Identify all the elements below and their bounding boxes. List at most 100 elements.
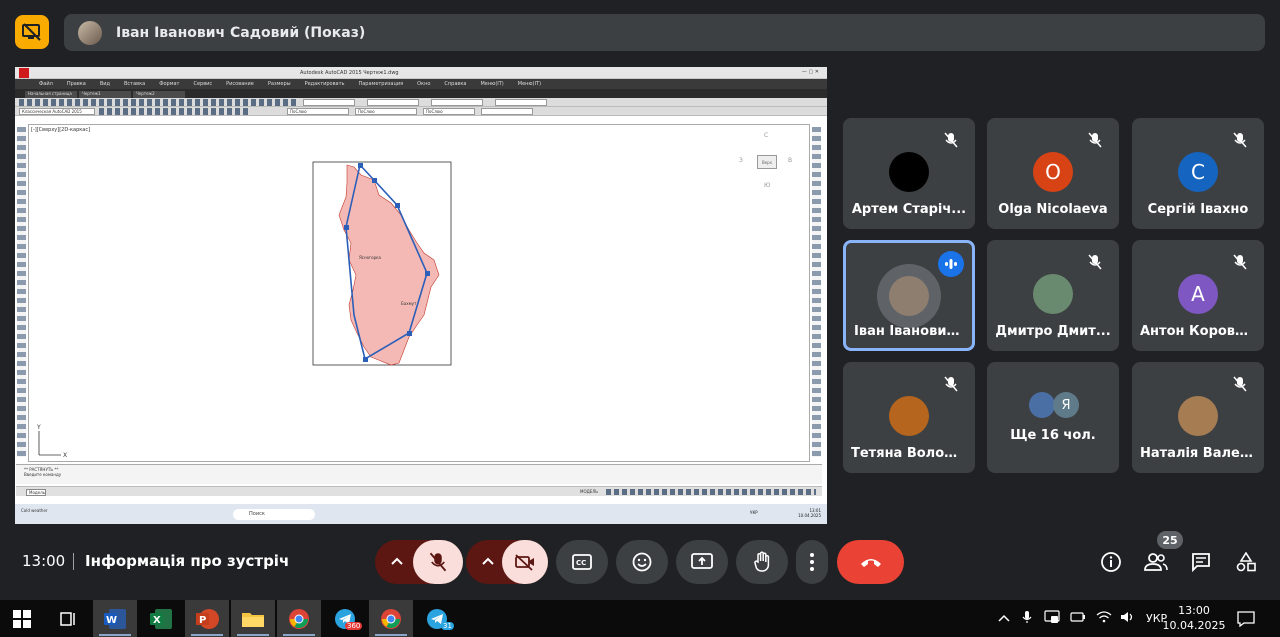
reactions-button[interactable] <box>616 540 668 584</box>
participant-tile[interactable]: С Сергій Івахно <box>1132 118 1264 229</box>
file-tab[interactable]: Начальная страница <box>25 91 77 98</box>
viewport-label[interactable]: [-][Сверху][2D-каркас] <box>31 127 90 133</box>
raise-hand-button[interactable] <box>736 540 788 584</box>
menu-item[interactable]: Параметризация <box>358 81 403 87</box>
linetype-select[interactable]: ПоСлою <box>355 108 417 115</box>
file-tab[interactable]: Чертеж1 <box>79 91 131 98</box>
chevron-up-icon[interactable] <box>998 612 1010 625</box>
notification-badge: 360 <box>345 622 363 630</box>
menu-item[interactable]: Правка <box>67 81 86 87</box>
mic-off-icon <box>941 374 961 394</box>
taskbar-word[interactable]: W <box>93 600 137 637</box>
captions-button[interactable]: CC <box>556 540 608 584</box>
toolbar-field[interactable] <box>367 99 419 106</box>
menu-item[interactable]: Размеры <box>268 81 291 87</box>
participant-tile[interactable]: Тетяна Волод... <box>843 362 975 473</box>
battery-icon[interactable] <box>1070 612 1086 625</box>
presenting-icon[interactable] <box>15 15 49 49</box>
meeting-info-title[interactable]: Інформація про зустріч <box>85 552 289 570</box>
hand-icon <box>754 551 770 572</box>
camera-toggle-button[interactable] <box>502 540 548 584</box>
toolbar-field[interactable] <box>303 99 355 106</box>
weather-widget[interactable]: Cold weather <box>21 508 48 513</box>
menu-item[interactable]: Сервис <box>193 81 212 87</box>
call-end-icon <box>860 559 881 567</box>
menu-item[interactable]: Файл <box>39 81 53 87</box>
present-now-button[interactable] <box>676 540 728 584</box>
participant-avatar: С <box>1178 152 1218 192</box>
task-view-button[interactable] <box>46 600 90 637</box>
drawing-canvas[interactable]: Ясногорка Бахмут X Y С З В Ю <box>28 124 810 462</box>
taskbar-telegram-31[interactable]: 31 <box>415 600 459 637</box>
people-button[interactable] <box>1144 550 1168 574</box>
modify-toolbar[interactable] <box>812 127 821 457</box>
menu-item[interactable]: Вставка <box>124 81 145 87</box>
menu-item[interactable]: Меню(IT) <box>518 81 541 87</box>
mic-off-icon <box>1085 252 1105 272</box>
grip <box>358 163 363 168</box>
toolbar-field[interactable] <box>431 99 483 106</box>
more-options-button[interactable] <box>796 540 828 584</box>
taskbar-time: 13:00 <box>1178 604 1210 617</box>
meeting-details-button[interactable] <box>1099 550 1123 574</box>
meet-sharing-icon[interactable] <box>1044 610 1060 627</box>
acad-toolbar-1 <box>15 98 827 107</box>
wifi-icon[interactable] <box>1096 611 1112 626</box>
taskbar-clock[interactable]: 13:00 10.04.2025 <box>1162 603 1226 633</box>
menu-item[interactable]: Рисование <box>226 81 254 87</box>
remote-win-taskbar: Cold weather Поиск УКР 13:01 10.04.2025 <box>15 504 827 524</box>
workspace-select[interactable]: Классическая AutoCAD 2015 <box>19 108 95 115</box>
menu-item[interactable]: Формат <box>159 81 179 87</box>
participant-tile[interactable]: Артем Старіч... <box>843 118 975 229</box>
camera-off-icon <box>515 554 534 571</box>
participant-tile[interactable]: Дмитро Дмит... <box>987 240 1119 351</box>
acad-toolbar-2: Классическая AutoCAD 2015 ПоСлою ПоСлою … <box>15 107 827 116</box>
toolbar-field[interactable] <box>495 99 547 106</box>
remote-search-box[interactable]: Поиск <box>233 509 315 520</box>
taskbar-chrome-2[interactable] <box>369 600 413 637</box>
draw-toolbar[interactable] <box>17 127 26 457</box>
activities-button[interactable] <box>1234 550 1258 574</box>
participant-tile-overflow[interactable]: Я Ще 16 чол. <box>987 362 1119 473</box>
file-tab[interactable]: Чертеж2 <box>133 91 185 98</box>
menu-item[interactable]: Справка <box>444 81 466 87</box>
status-model[interactable]: МОДЕЛЬ <box>580 489 598 494</box>
acad-statusbar: Модель МОДЕЛЬ <box>16 486 822 496</box>
participant-tile[interactable]: Наталія Вален... <box>1132 362 1264 473</box>
notifications-button[interactable] <box>1226 600 1266 637</box>
toolbar-icons[interactable] <box>19 99 299 106</box>
taskbar-telegram-360[interactable]: 360 <box>323 600 367 637</box>
viewcube[interactable]: Верх <box>757 155 777 169</box>
chevron-up-icon[interactable] <box>389 553 405 573</box>
model-layout-tab[interactable]: Модель <box>26 489 46 496</box>
participant-tile[interactable]: А Антон Коровч... <box>1132 240 1264 351</box>
chevron-up-icon[interactable] <box>480 553 496 573</box>
volume-icon[interactable] <box>1120 611 1136 626</box>
cmd-input[interactable]: Введите команду <box>24 472 814 477</box>
plotstyle-select[interactable] <box>481 108 533 115</box>
chat-button[interactable] <box>1189 550 1213 574</box>
leave-call-button[interactable] <box>837 540 904 584</box>
taskbar-explorer[interactable] <box>231 600 275 637</box>
menu-item[interactable]: Вид <box>100 81 110 87</box>
taskbar-excel[interactable]: X <box>139 600 183 637</box>
toolbar-icons[interactable] <box>99 108 249 115</box>
grip <box>344 225 349 230</box>
command-line[interactable]: ** РАСТЯНУТЬ ** Введите команду <box>16 464 822 484</box>
mic-toggle-button[interactable] <box>413 540 463 584</box>
participant-tile-active[interactable]: Іван Іванович ... <box>843 240 975 351</box>
menu-item[interactable]: Меню(IT) <box>480 81 503 87</box>
microphone-icon[interactable] <box>1022 610 1032 627</box>
menu-item[interactable]: Редактировать <box>305 81 345 87</box>
taskbar-powerpoint[interactable]: P <box>185 600 229 637</box>
lineweight-select[interactable]: ПоСлою <box>423 108 475 115</box>
ucs-y-label: Y <box>36 424 41 431</box>
color-select[interactable]: ПоСлою <box>287 108 349 115</box>
participant-avatar <box>889 276 929 316</box>
start-button[interactable] <box>0 600 44 637</box>
menu-item[interactable]: Окно <box>417 81 430 87</box>
status-toggles[interactable] <box>606 489 816 495</box>
taskbar-chrome-1[interactable] <box>277 600 321 637</box>
participant-tile[interactable]: O Olga Nicolaeva <box>987 118 1119 229</box>
remote-lang[interactable]: УКР <box>750 510 758 515</box>
